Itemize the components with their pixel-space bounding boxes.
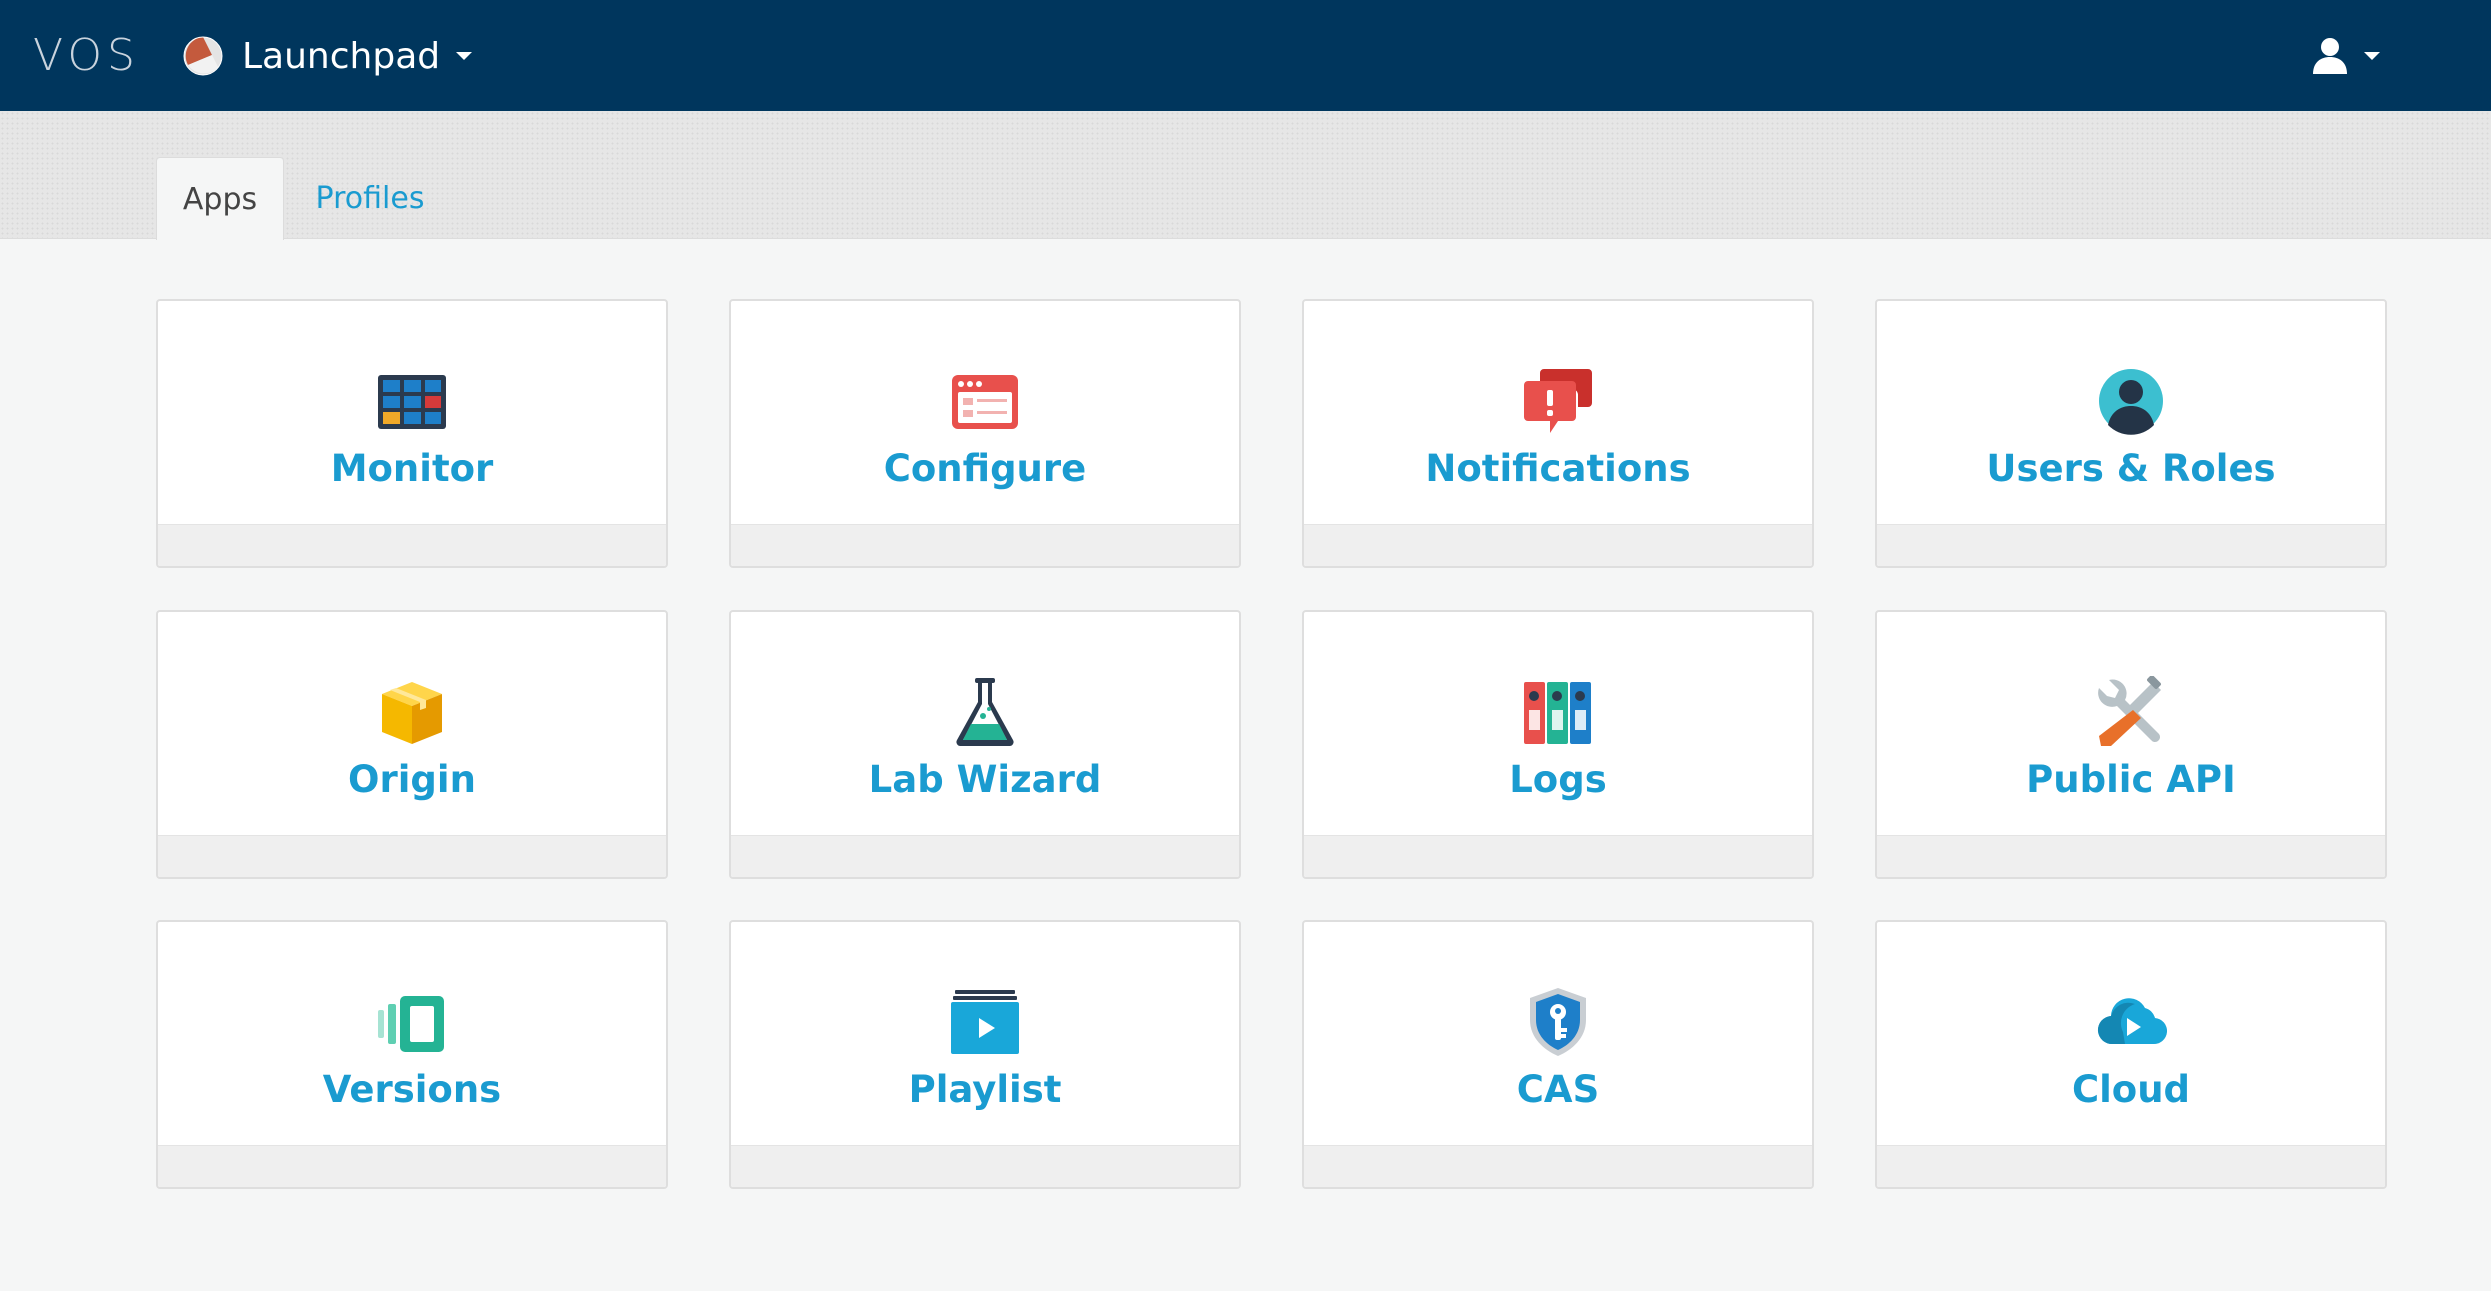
versions-icon (378, 996, 444, 1052)
tile-cloud[interactable]: Cloud (1875, 920, 2387, 1189)
tile-cas[interactable]: CAS (1302, 920, 1814, 1189)
tile-label: Lab Wizard (868, 758, 1102, 801)
app-name: Launchpad (242, 35, 441, 77)
user-avatar-icon (2099, 369, 2163, 435)
tile-notifications[interactable]: Notifications (1302, 299, 1814, 568)
tab-profiles[interactable]: Profiles (300, 157, 440, 240)
tile-public-api[interactable]: Public API (1875, 610, 2387, 879)
chevron-down-icon (456, 52, 473, 60)
chevron-down-icon (2364, 52, 2380, 60)
brand-logo: VOS (33, 30, 140, 81)
tile-label: Logs (1509, 758, 1607, 801)
tile-footer (158, 524, 666, 566)
configure-window-icon (952, 375, 1018, 429)
package-box-icon (382, 682, 442, 744)
tile-footer (731, 1145, 1239, 1187)
tile-footer (731, 524, 1239, 566)
top-navbar: VOS Launchpad (0, 0, 2491, 111)
tile-lab-wizard[interactable]: Lab Wizard (729, 610, 1241, 879)
tile-footer (731, 835, 1239, 877)
tile-label: Users & Roles (1986, 447, 2276, 490)
monitor-grid-icon (378, 375, 446, 429)
tile-footer (1304, 524, 1812, 566)
tile-footer (1877, 835, 2385, 877)
tile-origin[interactable]: Origin (156, 610, 668, 879)
tile-label: Origin (348, 758, 476, 801)
tab-strip: Apps Profiles (0, 111, 2491, 240)
launchpad-logo-icon (183, 36, 223, 76)
binders-icon (1524, 682, 1591, 744)
tile-footer (158, 1145, 666, 1187)
user-icon (2313, 38, 2347, 74)
tile-footer (1304, 835, 1812, 877)
notifications-bubble-icon (1524, 369, 1592, 433)
tile-label: Playlist (908, 1068, 1062, 1111)
tile-label: Monitor (330, 447, 494, 490)
tile-label: Configure (883, 447, 1087, 490)
tile-label: Cloud (2071, 1068, 2191, 1111)
tile-users-roles[interactable]: Users & Roles (1875, 299, 2387, 568)
app-switcher-dropdown[interactable]: Launchpad (182, 26, 473, 86)
tile-playlist[interactable]: Playlist (729, 920, 1241, 1189)
tab-apps[interactable]: Apps (156, 157, 284, 240)
lab-flask-icon (956, 678, 1014, 747)
tile-label: Public API (2026, 758, 2236, 801)
user-menu-dropdown[interactable] (2310, 30, 2380, 82)
tile-footer (1877, 524, 2385, 566)
tools-icon (2098, 676, 2161, 746)
tile-monitor[interactable]: Monitor (156, 299, 668, 568)
tile-logs[interactable]: Logs (1302, 610, 1814, 879)
tile-label: CAS (1516, 1068, 1600, 1111)
playlist-icon (951, 990, 1019, 1054)
tile-footer (1877, 1145, 2385, 1187)
cloud-play-icon (2097, 998, 2167, 1045)
tile-label: Notifications (1425, 447, 1691, 490)
shield-key-icon (1530, 988, 1586, 1056)
tile-configure[interactable]: Configure (729, 299, 1241, 568)
tile-footer (1304, 1145, 1812, 1187)
tile-footer (158, 835, 666, 877)
tile-versions[interactable]: Versions (156, 920, 668, 1189)
tile-label: Versions (322, 1068, 502, 1111)
